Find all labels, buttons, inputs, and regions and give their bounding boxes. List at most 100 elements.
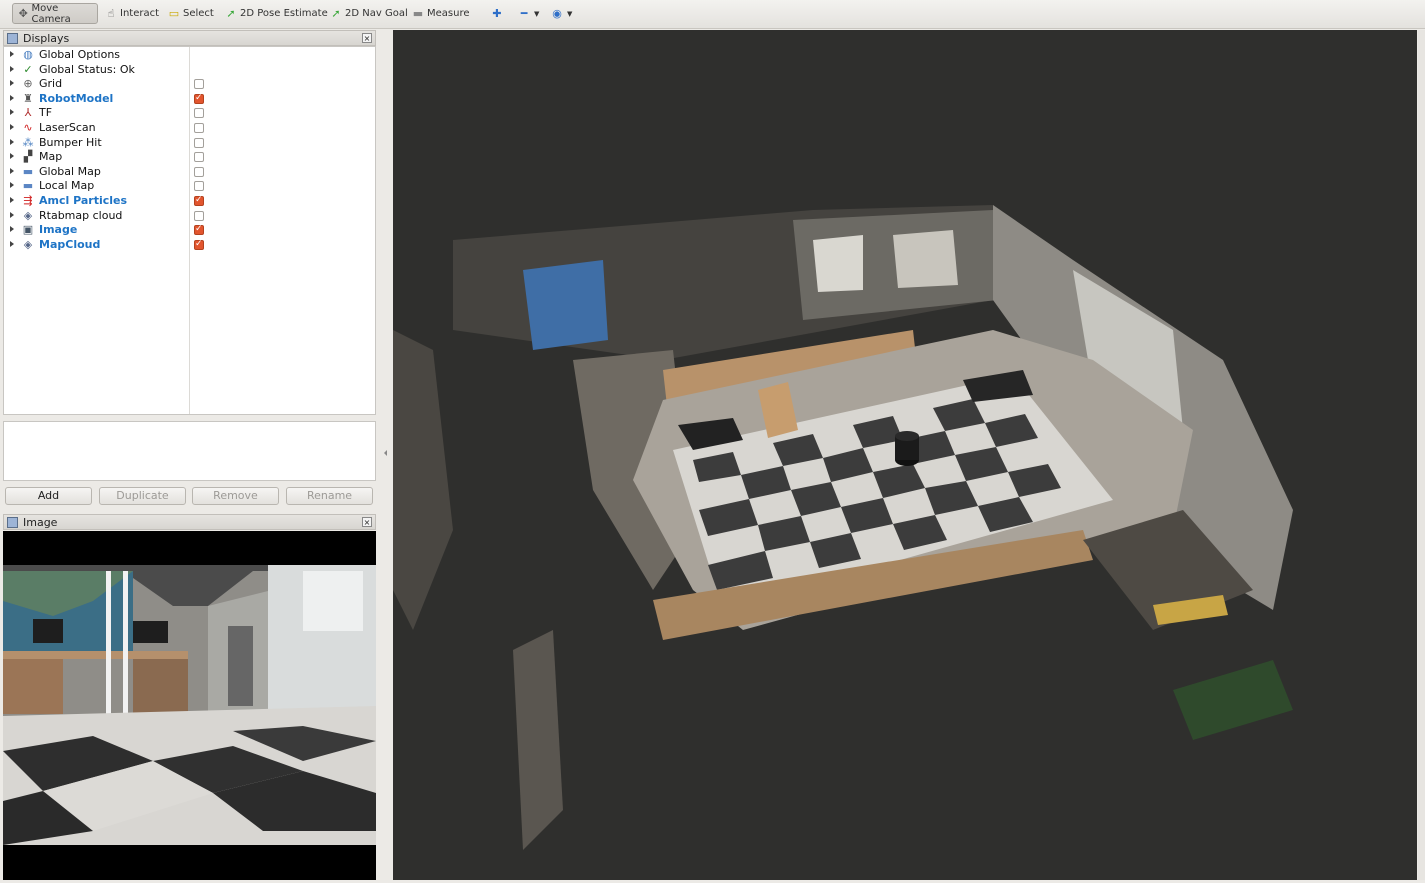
displays-panel-header: Displays × [3,30,376,46]
right-dock-edge [1418,30,1425,880]
display-enabled-checkbox[interactable] [194,137,204,148]
add-button[interactable]: Add [5,487,92,505]
grid-icon: ⊕ [23,77,33,91]
tool-move-camera[interactable]: ✥ Move Camera [12,3,98,25]
robot-model-icon: ♜ [23,91,33,105]
measure-ruler-icon: ▬ [412,6,424,20]
panel-splitter[interactable] [380,30,390,880]
display-enabled-checkbox[interactable] [194,181,204,192]
display-item[interactable]: ♜ RobotModel [4,92,375,107]
move-camera-icon: ✥ [18,6,28,20]
display-item[interactable]: ◈ Rtabmap cloud [4,209,375,224]
tf-icon: ⅄ [24,106,32,120]
tool-interact[interactable]: ☝ Interact [100,3,164,24]
map-icon: ▞ [23,150,33,164]
point-cloud-scene [393,30,1417,880]
robot-model [895,431,919,466]
expand-arrow-icon[interactable] [10,197,14,203]
expand-arrow-icon[interactable] [10,240,14,247]
display-item[interactable]: ◍ Global Options [4,48,375,63]
tool-label: 2D Pose Estimate [240,8,328,19]
status-ok-icon: ✓ [23,62,33,76]
bumper-hit-icon: ⁂ [22,135,34,149]
tool-2d-nav-goal[interactable]: ➚ 2D Nav Goal [325,3,413,24]
expand-arrow-icon[interactable] [10,109,14,116]
tool-label: 2D Nav Goal [345,8,408,19]
add-tool-icon: ✚ [492,6,502,20]
expand-arrow-icon[interactable] [10,226,14,233]
expand-arrow-icon[interactable] [10,138,14,145]
point-cloud-icon: ◈ [23,208,33,222]
tool-2d-pose-estimate[interactable]: ➚ 2D Pose Estimate [220,3,333,24]
chevron-down-icon: ▼ [567,9,573,18]
chevron-down-icon: ▼ [534,9,540,18]
image-panel-header: Image × [3,514,376,530]
expand-arrow-icon[interactable] [10,51,14,57]
camera-feed-image [3,531,376,880]
folder-icon: ▬ [22,179,34,193]
rename-button[interactable]: Rename [286,487,373,505]
display-enabled-checkbox[interactable] [194,108,204,119]
image-display-icon: ▣ [22,223,34,237]
displays-panel-title: Displays [23,31,70,45]
expand-arrow-icon[interactable] [10,182,14,189]
tool-select[interactable]: ▭ Select [163,3,219,24]
display-enabled-checkbox[interactable] [194,152,204,163]
folder-icon: ▬ [22,164,34,178]
display-description-area [3,421,376,481]
display-item-label: Grid [39,77,63,91]
close-icon[interactable]: × [362,517,372,527]
display-item[interactable]: ⅄ TF [4,106,375,121]
display-item[interactable]: ▞ Map [4,150,375,165]
display-item[interactable]: ⊕ Grid [4,77,375,92]
display-item[interactable]: ▬ Local Map [4,179,375,194]
add-tool-button[interactable]: ✚ [486,3,508,24]
globe-icon: ◍ [23,48,33,61]
displays-tree: ◍ Global Options ✓ Global Status: Ok ⊕ Grid ♜ R… [3,46,376,415]
remove-tool-icon: ━ [520,6,528,20]
display-item[interactable]: ▣ Image [4,223,375,238]
expand-arrow-icon[interactable] [10,80,14,87]
display-item[interactable]: ▬ Global Map [4,165,375,180]
expand-arrow-icon[interactable] [10,65,14,72]
nav-goal-arrow-icon: ➚ [331,6,341,20]
view-eye-icon: ◉ [552,6,562,20]
expand-arrow-icon[interactable] [10,167,14,174]
display-item-label: Local Map [39,179,95,193]
3d-render-viewport[interactable] [393,30,1417,880]
expand-arrow-icon[interactable] [10,94,14,101]
display-enabled-checkbox[interactable] [194,196,204,206]
select-rectangle-icon: ▭ [168,6,180,20]
display-item[interactable]: ✓ Global Status: Ok [4,63,375,78]
tool-measure[interactable]: ▬ Measure [407,3,475,24]
display-enabled-checkbox[interactable] [194,123,204,133]
display-item-label: RobotModel [39,91,114,105]
pose-arrow-icon: ➚ [226,6,236,20]
display-item[interactable]: ∿ LaserScan [4,121,375,136]
remove-tool-button[interactable]: ━ ▼ [513,3,544,24]
display-item[interactable]: ⇶ Amcl Particles [4,194,375,209]
duplicate-button[interactable]: Duplicate [99,487,186,505]
display-enabled-checkbox[interactable] [194,79,204,90]
display-item-label: TF [39,106,53,120]
display-item-label: Rtabmap cloud [39,208,123,222]
expand-arrow-icon[interactable] [10,124,14,130]
interact-hand-icon: ☝ [107,6,115,20]
display-enabled-checkbox[interactable] [194,239,204,250]
close-icon[interactable]: × [362,33,372,43]
display-item[interactable]: ◈ MapCloud [4,238,375,253]
display-enabled-checkbox[interactable] [194,166,204,177]
display-enabled-checkbox[interactable] [194,210,204,221]
displays-panel-icon [7,32,18,44]
expand-arrow-icon[interactable] [10,153,14,160]
tool-label: Measure [427,8,470,19]
display-item-label: Bumper Hit [39,135,102,149]
remove-button[interactable]: Remove [192,487,279,505]
display-enabled-checkbox[interactable] [194,225,204,236]
view-options-button[interactable]: ◉ ▼ [546,3,577,24]
display-enabled-checkbox[interactable] [194,93,204,104]
display-item[interactable]: ⁂ Bumper Hit [4,136,375,151]
camera-image-view [3,531,376,880]
collapse-arrow-icon[interactable] [384,450,387,456]
expand-arrow-icon[interactable] [10,211,14,218]
